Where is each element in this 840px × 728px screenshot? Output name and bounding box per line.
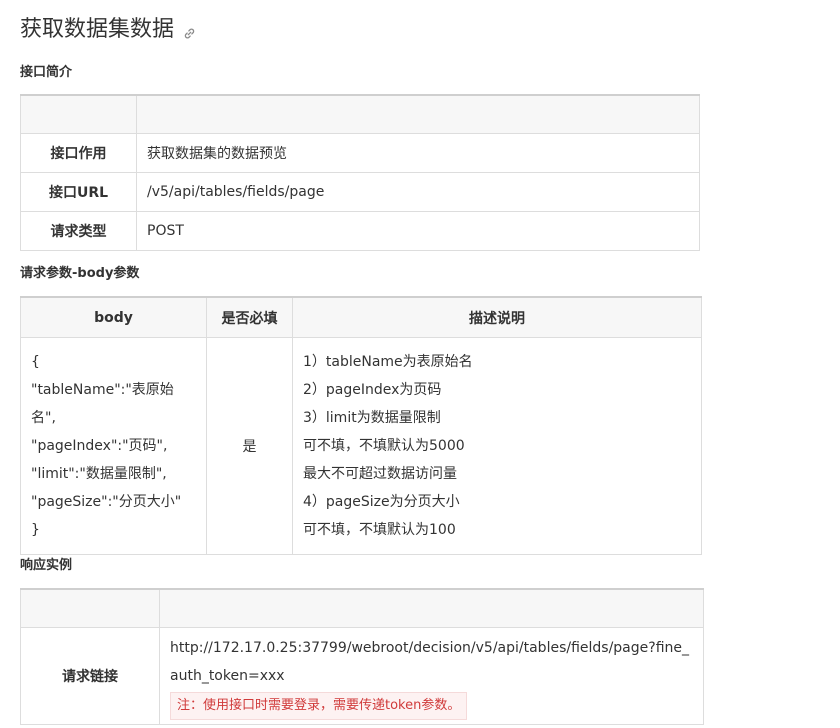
description-cell: 1）tableName为表原始名 2）pageIndex为页码 3）limit为…: [292, 337, 702, 555]
table-header-row: [20, 588, 704, 628]
desc-line: 3）limit为数据量限制: [303, 410, 441, 426]
row-key: 接口URL: [20, 171, 137, 212]
table-header-cell: [20, 94, 137, 134]
page-title: 获取数据集数据: [20, 14, 196, 46]
desc-line: 可不填，不填默认为5000: [303, 438, 465, 454]
section-title-response: 响应实例: [20, 558, 73, 573]
table-header-cell: [20, 588, 160, 628]
body-line: "tableName":"表原始名",: [31, 382, 174, 426]
desc-line: 可不填，不填默认为100: [303, 522, 456, 538]
body-line: "pageIndex":"页码",: [31, 438, 168, 454]
login-note: 注：使用接口时需要登录，需要传递token参数。: [170, 691, 468, 720]
row-key: 请求类型: [20, 210, 137, 251]
header-description: 描述说明: [292, 296, 702, 338]
section-title-intro: 接口简介: [20, 65, 73, 80]
body-line: {: [31, 354, 40, 370]
body-example-cell: { "tableName":"表原始名", "pageIndex":"页码", …: [20, 337, 207, 555]
header-body: body: [20, 296, 207, 338]
page: 获取数据集数据 接口简介 接口作用 获取数据集的数据预览 接口URL /v5/a…: [0, 0, 840, 728]
row-value: 获取数据集的数据预览: [136, 132, 700, 173]
table-row: { "tableName":"表原始名", "pageIndex":"页码", …: [20, 337, 702, 555]
desc-line: 2）pageIndex为页码: [303, 382, 442, 398]
row-value: POST: [136, 210, 700, 251]
table-row: 请求链接 http://172.17.0.25:37799/webroot/de…: [20, 626, 704, 725]
table-row: 接口URL /v5/api/tables/fields/page: [20, 171, 700, 212]
body-line: "limit":"数据量限制",: [31, 466, 167, 482]
row-value: /v5/api/tables/fields/page: [136, 171, 700, 212]
response-table: 请求链接 http://172.17.0.25:37799/webroot/de…: [20, 588, 704, 725]
row-value: http://172.17.0.25:37799/webroot/decisio…: [159, 626, 704, 725]
desc-line: 最大不可超过数据访问量: [303, 466, 457, 482]
table-row: 接口作用 获取数据集的数据预览: [20, 132, 700, 173]
row-key: 请求链接: [20, 626, 160, 725]
table-row: 请求类型 POST: [20, 210, 700, 251]
body-line: "pageSize":"分页大小": [31, 494, 182, 510]
header-required: 是否必填: [206, 296, 293, 338]
desc-line: 1）tableName为表原始名: [303, 354, 473, 370]
page-title-text: 获取数据集数据: [20, 17, 175, 42]
params-table: body 是否必填 描述说明 { "tableName":"表原始名", "pa…: [20, 296, 702, 555]
section-title-params: 请求参数-body参数: [20, 266, 140, 281]
table-header-cell: [159, 588, 704, 628]
table-header-cell: [136, 94, 700, 134]
table-header-row: [20, 94, 700, 134]
desc-line: 4）pageSize为分页大小: [303, 494, 460, 510]
row-key: 接口作用: [20, 132, 137, 173]
body-line: }: [31, 522, 40, 538]
intro-table: 接口作用 获取数据集的数据预览 接口URL /v5/api/tables/fie…: [20, 94, 700, 251]
request-url: http://172.17.0.25:37799/webroot/decisio…: [170, 639, 689, 684]
table-header-row: body 是否必填 描述说明: [20, 296, 702, 338]
link-icon[interactable]: [183, 27, 196, 40]
required-cell: 是: [206, 337, 293, 555]
